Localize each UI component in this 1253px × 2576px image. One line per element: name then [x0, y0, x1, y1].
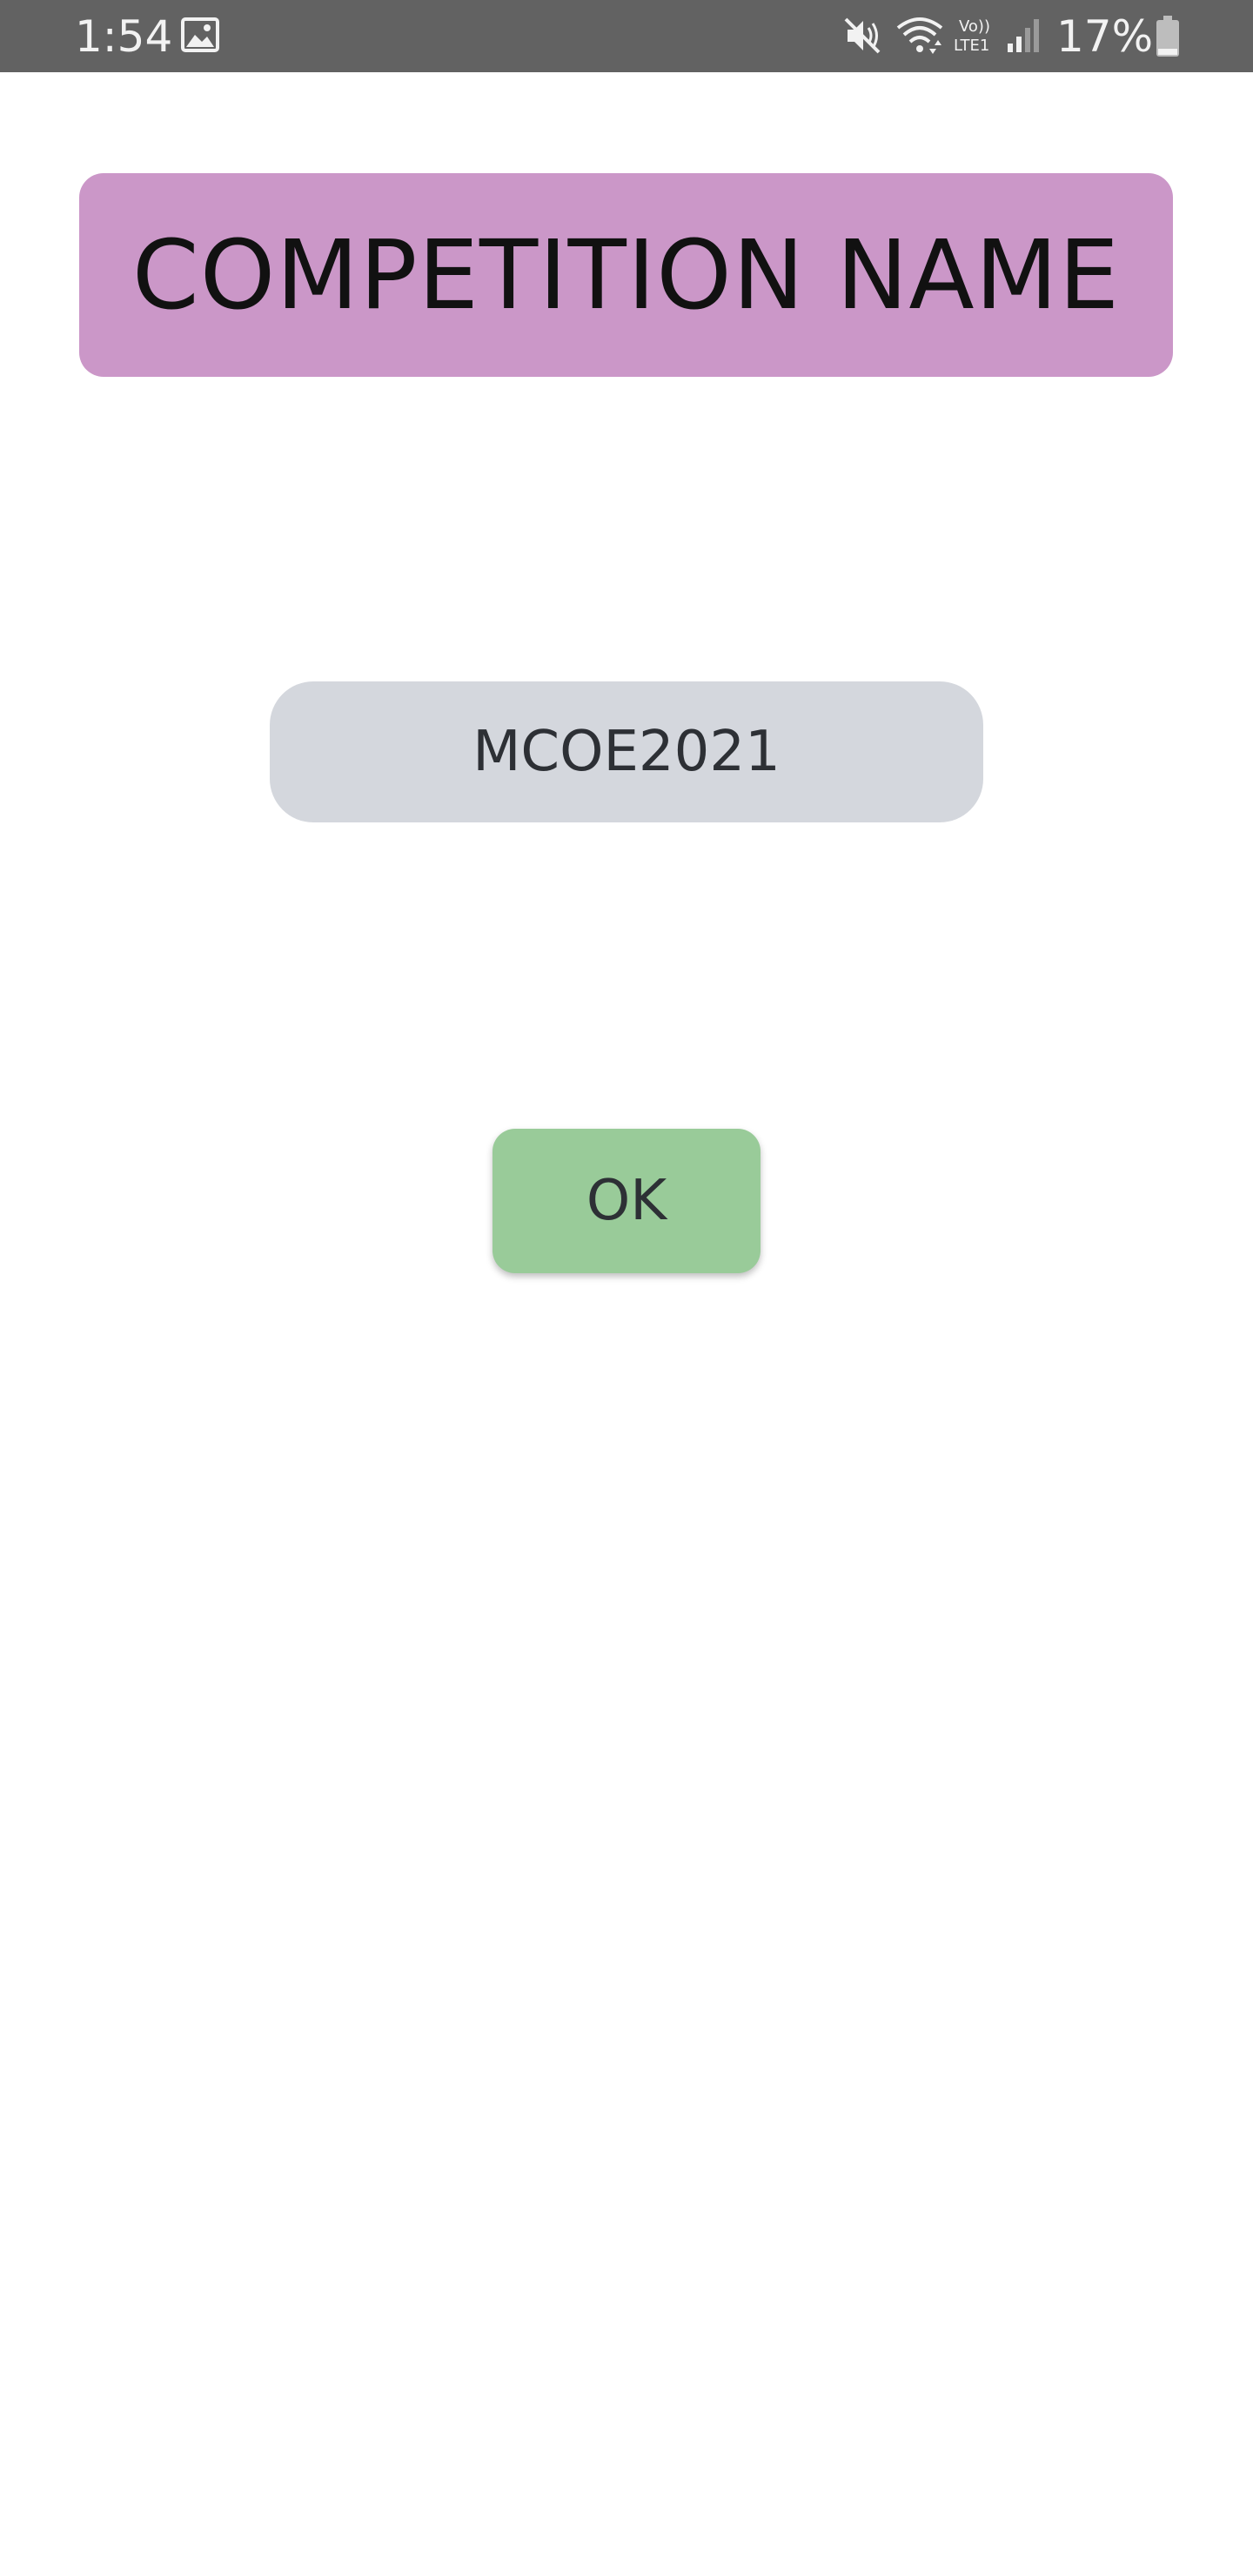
- competition-name-value: MCOE2021: [472, 720, 781, 784]
- svg-text:LTE1: LTE1: [954, 37, 989, 55]
- ok-button[interactable]: OK: [492, 1129, 761, 1273]
- svg-text:Vo)): Vo)): [959, 17, 990, 36]
- battery-percent: 17%: [1056, 11, 1154, 62]
- battery-icon: [1156, 16, 1179, 57]
- competition-name-banner: COMPETITION NAME: [79, 173, 1173, 377]
- signal-icon: [1008, 19, 1039, 52]
- status-time: 1:54: [75, 11, 173, 62]
- competition-name-field[interactable]: MCOE2021: [270, 681, 983, 822]
- volte-icon: Vo)) LTE1: [954, 17, 990, 55]
- page-title: COMPETITION NAME: [131, 219, 1121, 331]
- wifi-icon: [896, 17, 943, 54]
- mute-icon: [844, 17, 881, 54]
- status-bar: 1:54 Vo)) LTE1 17%: [0, 0, 1253, 72]
- gallery-icon: [181, 17, 219, 52]
- ok-button-label: OK: [586, 1169, 667, 1233]
